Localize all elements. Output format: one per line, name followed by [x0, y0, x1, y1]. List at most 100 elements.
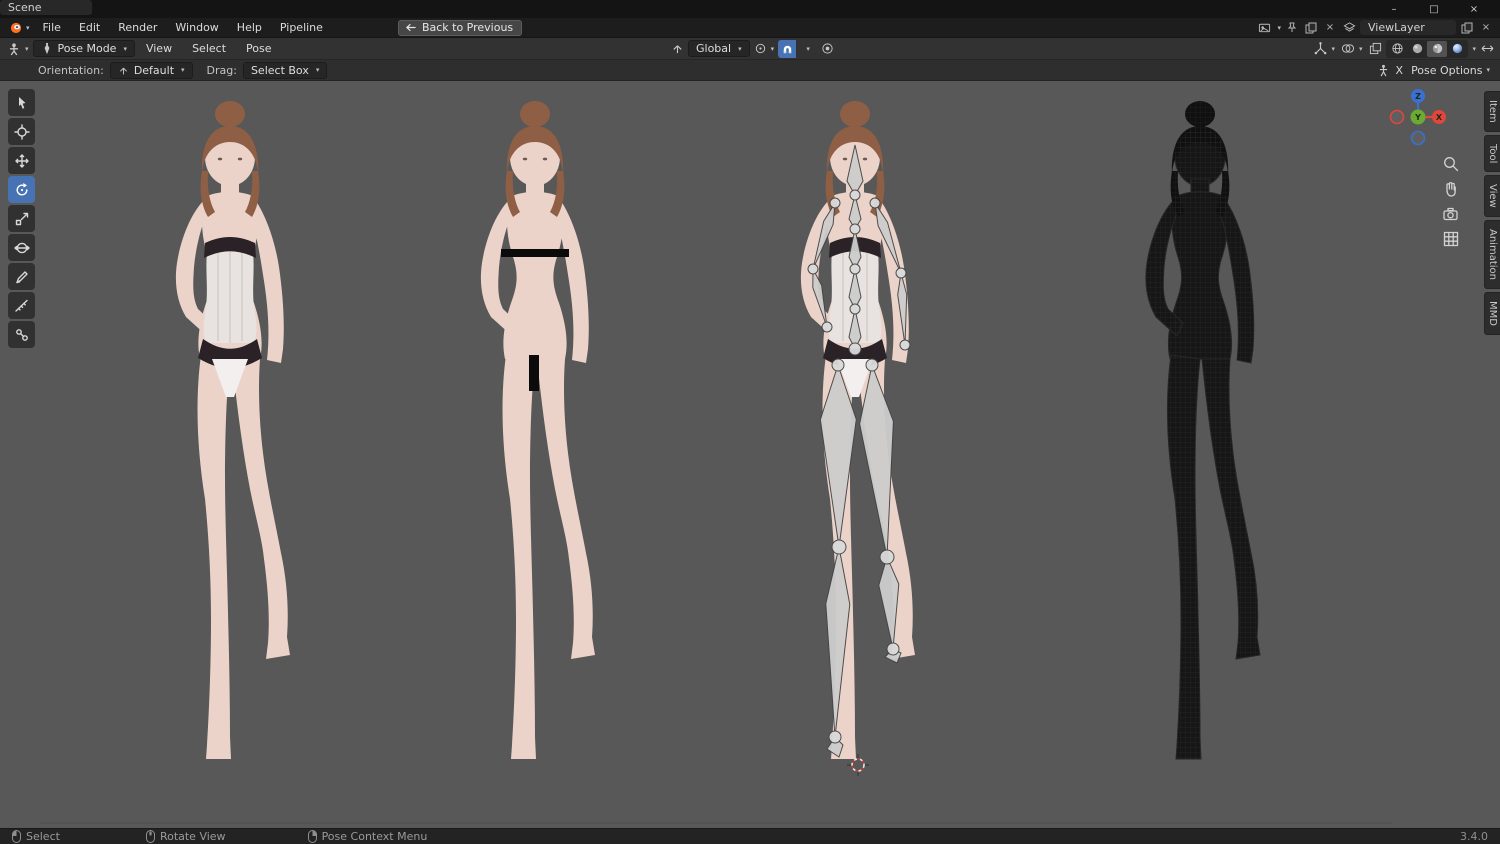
status-left-click-hint: Select — [12, 830, 60, 843]
viewport-canvas[interactable] — [0, 81, 1500, 828]
zoom-button[interactable] — [1442, 155, 1460, 173]
shading-solid-button[interactable] — [1407, 41, 1427, 57]
blender-logo-icon — [10, 22, 22, 34]
tool-scale-button[interactable] — [8, 205, 35, 232]
sidebar-tabs: Item Tool View Animation MMD — [1484, 91, 1500, 335]
menu-pose[interactable]: Pose — [237, 40, 280, 57]
pin-icon — [1287, 22, 1297, 33]
new-scene-button[interactable] — [1303, 20, 1319, 36]
snap-settings-button[interactable]: ▾ — [798, 40, 816, 58]
viewport-3d[interactable]: Z X Y Item Tool View A — [0, 81, 1500, 828]
xray-toggle-button[interactable] — [1366, 40, 1384, 58]
ortho-grid-button[interactable] — [1442, 230, 1460, 248]
pivot-icon — [754, 42, 767, 55]
viewport-header: ▾ Pose Mode ▾ View Select Pose Global ▾ … — [0, 38, 1500, 60]
menu-select[interactable]: Select — [183, 40, 235, 57]
drag-value-dropdown[interactable]: Select Box ▾ — [243, 62, 327, 79]
character-figure-base[interactable] — [481, 101, 595, 759]
character-figure-textured[interactable] — [176, 101, 290, 759]
viewlayer-name-field[interactable]: ViewLayer — [1360, 20, 1456, 35]
viewport-controls — [1442, 155, 1460, 248]
gizmo-axis-x[interactable]: X — [1432, 110, 1446, 124]
tool-tweak-select-button[interactable] — [8, 89, 35, 116]
chevron-down-icon: ▾ — [1472, 45, 1476, 53]
svg-text:Z: Z — [1415, 92, 1421, 101]
svg-text:X: X — [1436, 113, 1443, 122]
tab-view[interactable]: View — [1484, 175, 1500, 217]
mode-dropdown[interactable]: Pose Mode ▾ — [33, 40, 135, 57]
menu-file[interactable]: File — [34, 19, 70, 36]
mouse-middle-icon — [146, 830, 155, 843]
toolbar — [8, 89, 35, 348]
pin-scene-icon[interactable] — [1284, 20, 1300, 36]
tool-rotate-button[interactable] — [8, 176, 35, 203]
shading-wireframe-button[interactable] — [1387, 41, 1407, 57]
tool-move-button[interactable] — [8, 147, 35, 174]
orientation-icon-button[interactable] — [668, 40, 686, 58]
snap-toggle-button[interactable] — [778, 40, 796, 58]
character-figure-wireframe[interactable] — [1146, 101, 1260, 759]
mouse-right-icon — [308, 830, 317, 843]
transform-cluster: Global ▾ ▾ ▾ — [668, 38, 836, 59]
xray-icon — [1369, 42, 1382, 55]
tool-transform-button[interactable] — [8, 234, 35, 261]
navigation-gizmo[interactable]: Z X Y — [1388, 87, 1448, 147]
menu-pipeline[interactable]: Pipeline — [271, 19, 332, 36]
tab-mmd[interactable]: MMD — [1484, 292, 1500, 335]
shading-rendered-button[interactable] — [1447, 41, 1467, 57]
display-cluster: ▾ ▾ — [1312, 38, 1496, 59]
character-figure-armature[interactable] — [801, 101, 915, 759]
back-arrow-icon — [404, 22, 417, 33]
gizmo-axis-y[interactable]: Y — [1411, 110, 1426, 125]
pan-hand-button[interactable] — [1442, 180, 1460, 198]
tool-pose-breakdowner-button[interactable] — [8, 321, 35, 348]
menu-edit[interactable]: Edit — [70, 19, 109, 36]
show-gizmo-button[interactable]: ▾ — [1312, 40, 1337, 58]
unlink-scene-button[interactable]: × — [1322, 20, 1338, 36]
pose-options-dropdown[interactable]: Pose Options ▾ — [1409, 61, 1492, 79]
menu-render[interactable]: Render — [109, 19, 166, 36]
proportional-editing-button[interactable] — [818, 40, 836, 58]
proportional-edit-icon — [821, 42, 834, 55]
tool-measure-button[interactable] — [8, 292, 35, 319]
gizmo-axis-x-negative[interactable] — [1391, 111, 1404, 124]
minimize-button[interactable]: – — [1374, 0, 1414, 18]
tool-cursor-button[interactable] — [8, 118, 35, 145]
tab-item[interactable]: Item — [1484, 91, 1500, 132]
wireframe-sphere-icon — [1391, 42, 1404, 55]
duplicate-icon — [1305, 22, 1317, 34]
new-viewlayer-button[interactable] — [1459, 20, 1475, 36]
app-menu-button[interactable]: ▾ — [6, 22, 34, 34]
chevron-down-icon: ▾ — [1359, 45, 1363, 53]
orientation-dropdown[interactable]: Global ▾ — [688, 40, 750, 57]
chevron-down-icon: ▾ — [1331, 45, 1335, 53]
shading-material-button[interactable] — [1427, 41, 1447, 57]
remove-viewlayer-button[interactable]: × — [1478, 20, 1494, 36]
tab-animation[interactable]: Animation — [1484, 220, 1500, 289]
back-to-previous-button[interactable]: Back to Previous — [398, 20, 522, 36]
statusbar: Select Rotate View Pose Context Menu 3.4… — [0, 828, 1500, 844]
scene-browse-button[interactable] — [1256, 20, 1272, 36]
menu-view[interactable]: View — [137, 40, 181, 57]
tab-tool[interactable]: Tool — [1484, 135, 1500, 172]
scene-name-field[interactable]: Scene — [0, 0, 92, 15]
editor-type-button[interactable]: ▾ — [5, 40, 31, 58]
orientation-value-dropdown[interactable]: Default ▾ — [110, 62, 193, 79]
menu-window[interactable]: Window — [166, 19, 227, 36]
gizmo-axis-z-negative[interactable] — [1412, 132, 1425, 145]
chevron-down-icon: ▾ — [1486, 66, 1490, 74]
gizmo-axis-z[interactable]: Z — [1411, 89, 1425, 103]
overlays-icon — [1341, 42, 1355, 55]
menu-help[interactable]: Help — [228, 19, 271, 36]
chevron-down-icon: ▾ — [1277, 24, 1281, 32]
expand-header-button[interactable] — [1478, 40, 1496, 58]
pivot-point-button[interactable]: ▾ — [752, 40, 777, 58]
maximize-button[interactable]: □ — [1414, 0, 1454, 18]
close-button[interactable]: × — [1454, 0, 1494, 18]
dismiss-label[interactable]: X — [1396, 64, 1404, 77]
show-overlays-button[interactable]: ▾ — [1339, 40, 1365, 58]
camera-view-button[interactable] — [1442, 205, 1460, 223]
status-middle-click-hint: Rotate View — [146, 830, 226, 843]
viewlayer-browse-button[interactable] — [1341, 20, 1357, 36]
tool-annotate-button[interactable] — [8, 263, 35, 290]
